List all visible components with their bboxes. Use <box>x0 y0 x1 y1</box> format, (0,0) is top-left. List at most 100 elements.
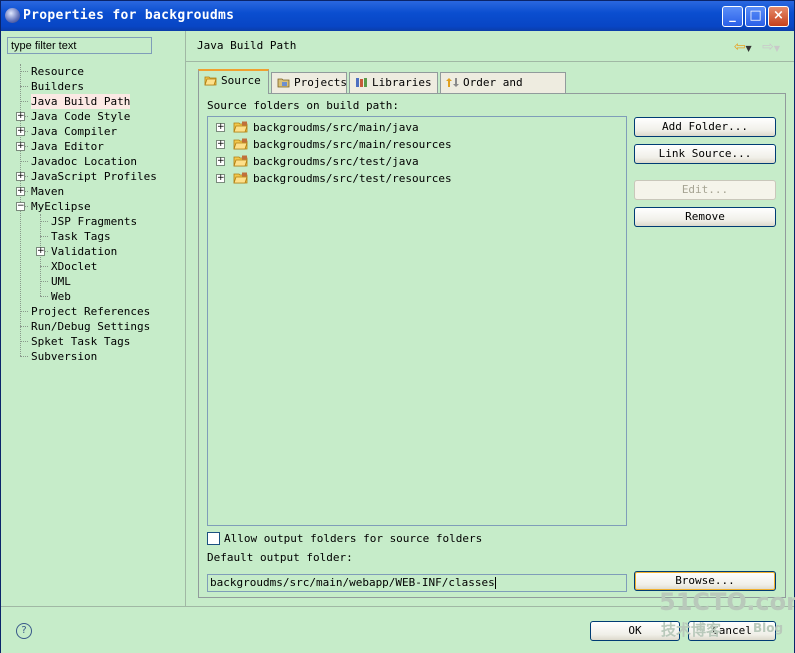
properties-dialog: Properties for backgroudms _ □ × Resourc… <box>0 0 795 653</box>
expand-icon[interactable]: + <box>16 142 25 151</box>
tree-item-project-references[interactable]: Project References <box>31 304 150 319</box>
source-folders-tree[interactable]: + backgroudms/src/main/java + backgroudms/s… <box>207 116 627 526</box>
source-folder-icon <box>233 172 248 184</box>
tree-item-label: MyEclipse <box>31 200 91 213</box>
tree-item-javascript-profiles[interactable]: JavaScript Profiles <box>31 169 157 184</box>
tree-connector <box>20 356 28 357</box>
expand-icon[interactable]: + <box>216 157 225 166</box>
tree-item-label: Maven <box>31 185 65 198</box>
allow-output-checkbox[interactable] <box>207 532 220 545</box>
header-separator <box>186 61 794 62</box>
tree-item-label: Subversion <box>31 350 98 363</box>
tree-connector <box>20 341 28 342</box>
tree-item-xdoclet[interactable]: XDoclet <box>51 259 97 274</box>
tab-libraries[interactable]: Libraries <box>349 72 438 93</box>
tree-item-label: Resource <box>31 65 84 78</box>
title-bar[interactable]: Properties for backgroudms _ □ × <box>1 1 794 31</box>
default-output-label: Default output folder: <box>207 551 353 564</box>
tree-connector <box>40 296 48 297</box>
tree-connector <box>20 71 28 72</box>
tree-item-label: XDoclet <box>51 260 98 273</box>
tree-item-label: Builders <box>31 80 84 93</box>
tree-item-builders[interactable]: Builders <box>31 79 84 94</box>
expand-icon[interactable]: + <box>36 247 45 256</box>
tree-item-java-compiler[interactable]: Java Compiler <box>31 124 117 139</box>
tab-projects[interactable]: Projects <box>271 72 347 93</box>
source-folder-label: backgroudms/src/test/java <box>253 155 419 168</box>
expand-icon[interactable]: + <box>16 112 25 121</box>
source-folders-label: Source folders on build path: <box>207 99 400 112</box>
history-navigation: ⇦▼ ⇨▼ <box>734 39 780 55</box>
tree-item-web[interactable]: Web <box>51 289 71 304</box>
tree-item-label: Web <box>51 290 71 303</box>
projects-icon <box>277 78 290 88</box>
tree-item-jsp-fragments[interactable]: JSP Fragments <box>51 214 137 229</box>
tree-item-subversion[interactable]: Subversion <box>31 349 97 364</box>
watermark-subtitle: 技术博客 <box>661 621 722 639</box>
source-folder-icon <box>233 155 248 167</box>
tree-item-resource[interactable]: Resource <box>31 64 84 79</box>
tab-order-export[interactable]: Order and Export <box>440 72 566 109</box>
tree-item-myeclipse[interactable]: MyEclipse <box>31 199 91 214</box>
tree-connector <box>20 326 28 327</box>
expand-icon[interactable]: + <box>16 172 25 181</box>
tree-item-label: UML <box>51 275 71 288</box>
tree-item-label: Project References <box>31 305 151 318</box>
expand-icon[interactable]: + <box>16 127 25 136</box>
order-export-icon <box>446 78 459 87</box>
window-title: Properties for backgroudms <box>23 8 235 23</box>
expand-icon[interactable]: + <box>216 140 225 149</box>
link-source-button[interactable]: Link Source... <box>634 144 776 164</box>
maximize-button[interactable]: □ <box>745 6 766 27</box>
tree-item-task-tags[interactable]: Task Tags <box>51 229 111 244</box>
tree-item-java-editor[interactable]: Java Editor <box>31 139 104 154</box>
tree-item-label: Java Build Path <box>31 95 131 108</box>
tree-item-java-code-style[interactable]: Java Code Style <box>31 109 130 124</box>
tree-item-run-debug-settings[interactable]: Run/Debug Settings <box>31 319 150 334</box>
tree-item-label: Validation <box>51 245 118 258</box>
tree-connector <box>20 86 28 87</box>
tree-item-label: Java Compiler <box>31 125 118 138</box>
watermark-blog: Blog <box>753 621 784 635</box>
tree-item-spket-task-tags[interactable]: Spket Task Tags <box>31 334 130 349</box>
page-area: Java Build Path ⇦▼ ⇨▼ Source Projects Li… <box>186 31 794 606</box>
back-icon[interactable]: ⇦ <box>734 39 746 55</box>
close-button[interactable]: × <box>768 6 789 27</box>
remove-button[interactable]: Remove <box>634 207 776 227</box>
expand-icon[interactable]: + <box>16 187 25 196</box>
tree-connector <box>40 236 48 237</box>
tree-item-label: Spket Task Tags <box>31 335 131 348</box>
forward-icon[interactable]: ⇨ <box>762 39 774 55</box>
source-folder-icon <box>233 121 248 133</box>
source-folder-label: backgroudms/src/main/java <box>253 121 419 134</box>
tree-item-uml[interactable]: UML <box>51 274 71 289</box>
page-title: Java Build Path <box>197 39 297 52</box>
filter-input[interactable] <box>7 37 152 54</box>
tree-item-validation[interactable]: Validation <box>51 244 117 259</box>
collapse-icon[interactable]: − <box>16 202 25 211</box>
source-folder-icon <box>233 138 248 150</box>
source-folder-label: backgroudms/src/test/resources <box>253 172 452 185</box>
forward-dropdown-icon[interactable]: ▼ <box>774 44 780 53</box>
tree-item-maven[interactable]: Maven <box>31 184 64 199</box>
expand-icon[interactable]: + <box>216 174 225 183</box>
back-dropdown-icon[interactable]: ▼ <box>746 44 752 53</box>
tree-item-javadoc-location[interactable]: Javadoc Location <box>31 154 137 169</box>
edit-button[interactable]: Edit... <box>634 180 776 200</box>
help-icon[interactable]: ? <box>16 623 32 639</box>
tree-connector <box>20 101 28 102</box>
tree-item-label: Javadoc Location <box>31 155 137 168</box>
default-output-field[interactable]: backgroudms/src/main/webapp/WEB-INF/clas… <box>207 574 627 592</box>
source-folder-label: backgroudms/src/main/resources <box>253 138 452 151</box>
tab-source[interactable]: Source <box>198 69 269 94</box>
tab-libraries-label: Libraries <box>372 76 432 89</box>
tree-item-label: Java Editor <box>31 140 104 153</box>
tab-projects-label: Projects <box>294 76 347 89</box>
tree-item-label: JavaScript Profiles <box>31 170 157 183</box>
add-folder-button[interactable]: Add Folder... <box>634 117 776 137</box>
tree-item-java-build-path[interactable]: Java Build Path <box>31 94 131 109</box>
libraries-icon <box>356 78 367 87</box>
expand-icon[interactable]: + <box>216 123 225 132</box>
allow-output-label: Allow output folders for source folders <box>224 532 483 545</box>
minimize-button[interactable]: _ <box>722 6 743 27</box>
